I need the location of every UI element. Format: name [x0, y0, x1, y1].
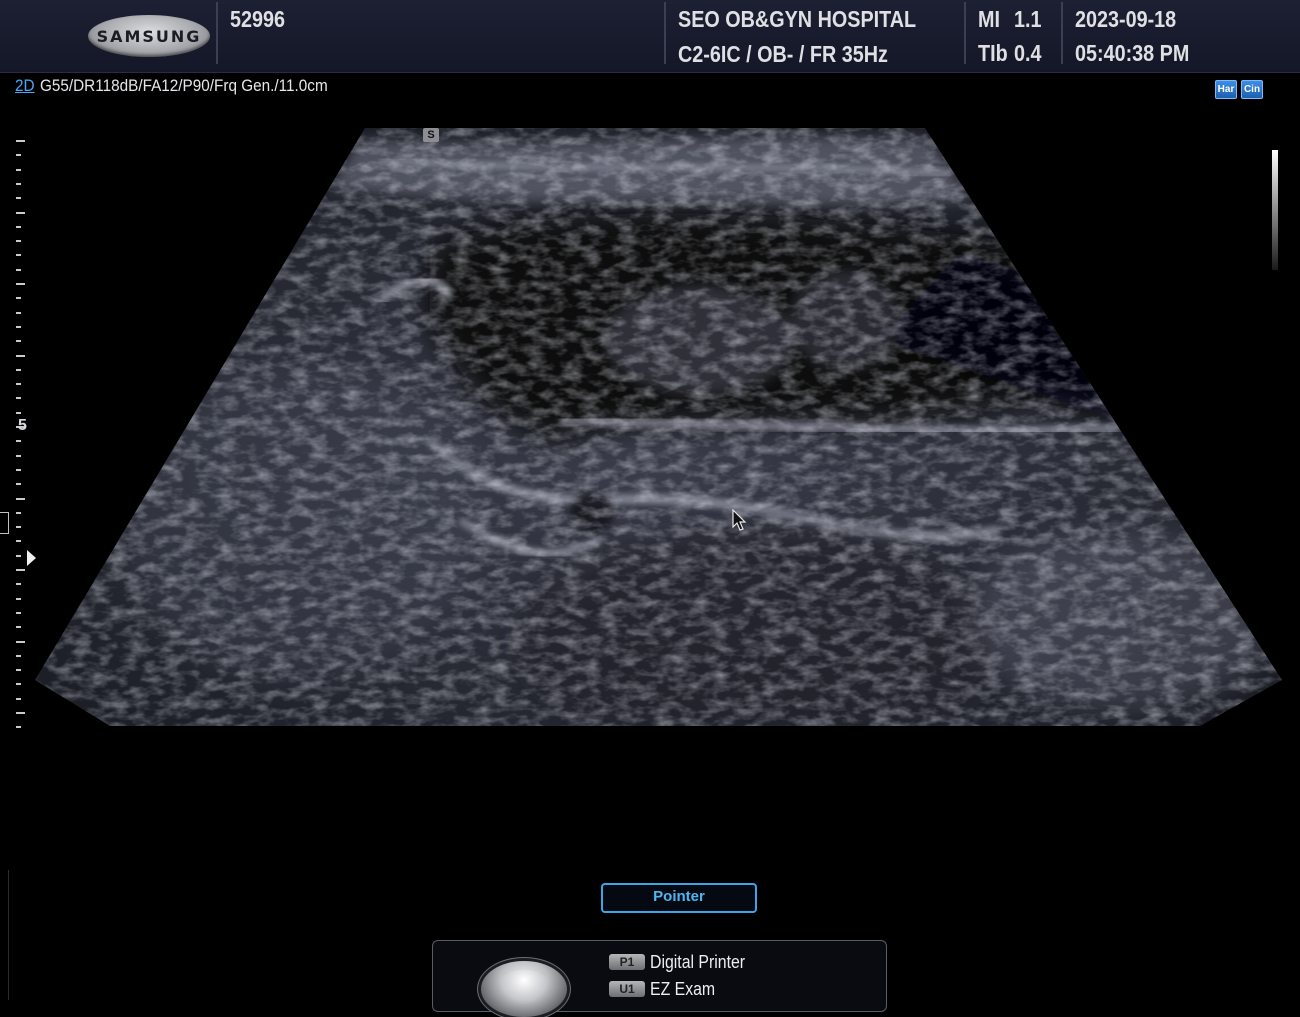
depth-scale-tick — [16, 526, 21, 529]
depth-scale-tick — [16, 697, 21, 700]
depth-scale-tick — [16, 168, 21, 171]
depth-scale-tick — [16, 254, 21, 257]
depth-scale-tick — [16, 626, 21, 629]
depth-scale-tick — [16, 597, 21, 600]
depth-scale-tick — [16, 311, 21, 314]
probe-info: C2-6IC / OB- / FR 35Hz — [678, 41, 888, 67]
tib-label: TIb — [978, 40, 1008, 66]
cine-mode-button[interactable]: Cin — [1241, 80, 1263, 99]
depth-scale-tick — [16, 240, 21, 243]
edge-divider — [0, 870, 9, 1000]
depth-scale-tick — [16, 368, 21, 371]
header-divider — [964, 2, 966, 64]
bracket-marker-icon — [0, 512, 9, 534]
key-chip-u1[interactable]: U1 — [609, 981, 645, 997]
patient-id: 52996 — [230, 6, 286, 32]
exam-date: 2023-09-18 — [1075, 6, 1177, 32]
depth-scale-tick — [16, 154, 21, 157]
depth-scale-tick — [16, 397, 21, 400]
depth-scale-tick — [16, 297, 21, 300]
depth-scale-tick — [16, 354, 25, 357]
depth-scale-tick — [16, 483, 21, 486]
depth-scale — [15, 140, 45, 730]
depth-scale-tick — [16, 583, 21, 586]
depth-scale-tick — [16, 683, 21, 686]
depth-scale-tick — [16, 383, 21, 386]
depth-scale-tick — [16, 211, 25, 214]
trackball-center — [497, 970, 551, 1004]
mi-value: 1.1 — [1014, 6, 1042, 32]
exam-time: 05:40:38 PM — [1075, 40, 1190, 66]
trackball-panel: P1 Digital Printer U1 EZ Exam — [432, 940, 887, 1017]
depth-scale-tick — [16, 182, 21, 185]
header-divider — [1061, 2, 1063, 64]
header-divider — [664, 2, 666, 64]
depth-scale-tick — [16, 497, 25, 500]
depth-scale-tick — [16, 454, 21, 457]
orientation-marker: S — [423, 128, 439, 142]
key-label-ez-exam: EZ Exam — [650, 978, 716, 999]
depth-scale-tick — [16, 325, 21, 328]
depth-scale-tick — [16, 225, 21, 228]
parameter-string: G55/DR118dB/FA12/P90/Frq Gen./11.0cm — [39, 76, 328, 95]
tib-value: 0.4 — [1014, 40, 1042, 66]
imaging-parameters: 2D G55/DR118dB/FA12/P90/Frq Gen./11.0cm — [15, 76, 328, 96]
depth-scale-tick — [16, 440, 21, 443]
mi-label: MI — [978, 6, 1000, 32]
depth-scale-tick — [16, 540, 21, 543]
brand-name: SAMSUNG — [96, 26, 202, 46]
depth-scale-tick — [16, 340, 21, 343]
depth-scale-tick — [16, 726, 21, 729]
depth-scale-tick — [16, 569, 25, 571]
mode-2d-label[interactable]: 2D — [15, 76, 35, 95]
depth-scale-tick — [16, 554, 21, 557]
depth-scale-label: 5 — [18, 417, 27, 434]
header-divider — [216, 2, 218, 64]
ultrasound-image[interactable] — [0, 0, 1300, 1000]
header-bar: SAMSUNG 52996 SEO OB&GYN HOSPITAL C2-6IC… — [0, 0, 1300, 73]
samsung-logo: SAMSUNG — [88, 15, 210, 57]
focus-marker-icon[interactable] — [27, 550, 36, 566]
depth-scale-tick — [16, 654, 21, 657]
depth-scale-tick — [16, 411, 21, 414]
key-label-digital-printer: Digital Printer — [650, 951, 746, 972]
depth-scale-tick — [16, 669, 21, 672]
key-row-u1[interactable]: U1 EZ Exam — [609, 978, 724, 1000]
harmonic-mode-button[interactable]: Har — [1215, 80, 1237, 99]
depth-scale-tick — [16, 140, 25, 142]
depth-scale-tick — [16, 468, 21, 471]
depth-scale-tick — [16, 640, 25, 643]
depth-scale-tick — [16, 511, 21, 514]
grayscale-bar — [1272, 150, 1278, 270]
hospital-name: SEO OB&GYN HOSPITAL — [678, 6, 917, 32]
mouse-cursor-icon — [732, 509, 747, 531]
depth-scale-tick — [16, 283, 25, 285]
key-chip-p1[interactable]: P1 — [609, 954, 645, 970]
trackball-icon[interactable] — [481, 961, 567, 1017]
depth-scale-tick — [16, 197, 21, 200]
pointer-button[interactable]: Pointer — [601, 883, 757, 913]
depth-scale-tick — [16, 712, 25, 714]
depth-scale-tick — [16, 268, 21, 271]
key-row-p1[interactable]: P1 Digital Printer — [609, 951, 758, 973]
depth-scale-tick — [16, 611, 21, 614]
